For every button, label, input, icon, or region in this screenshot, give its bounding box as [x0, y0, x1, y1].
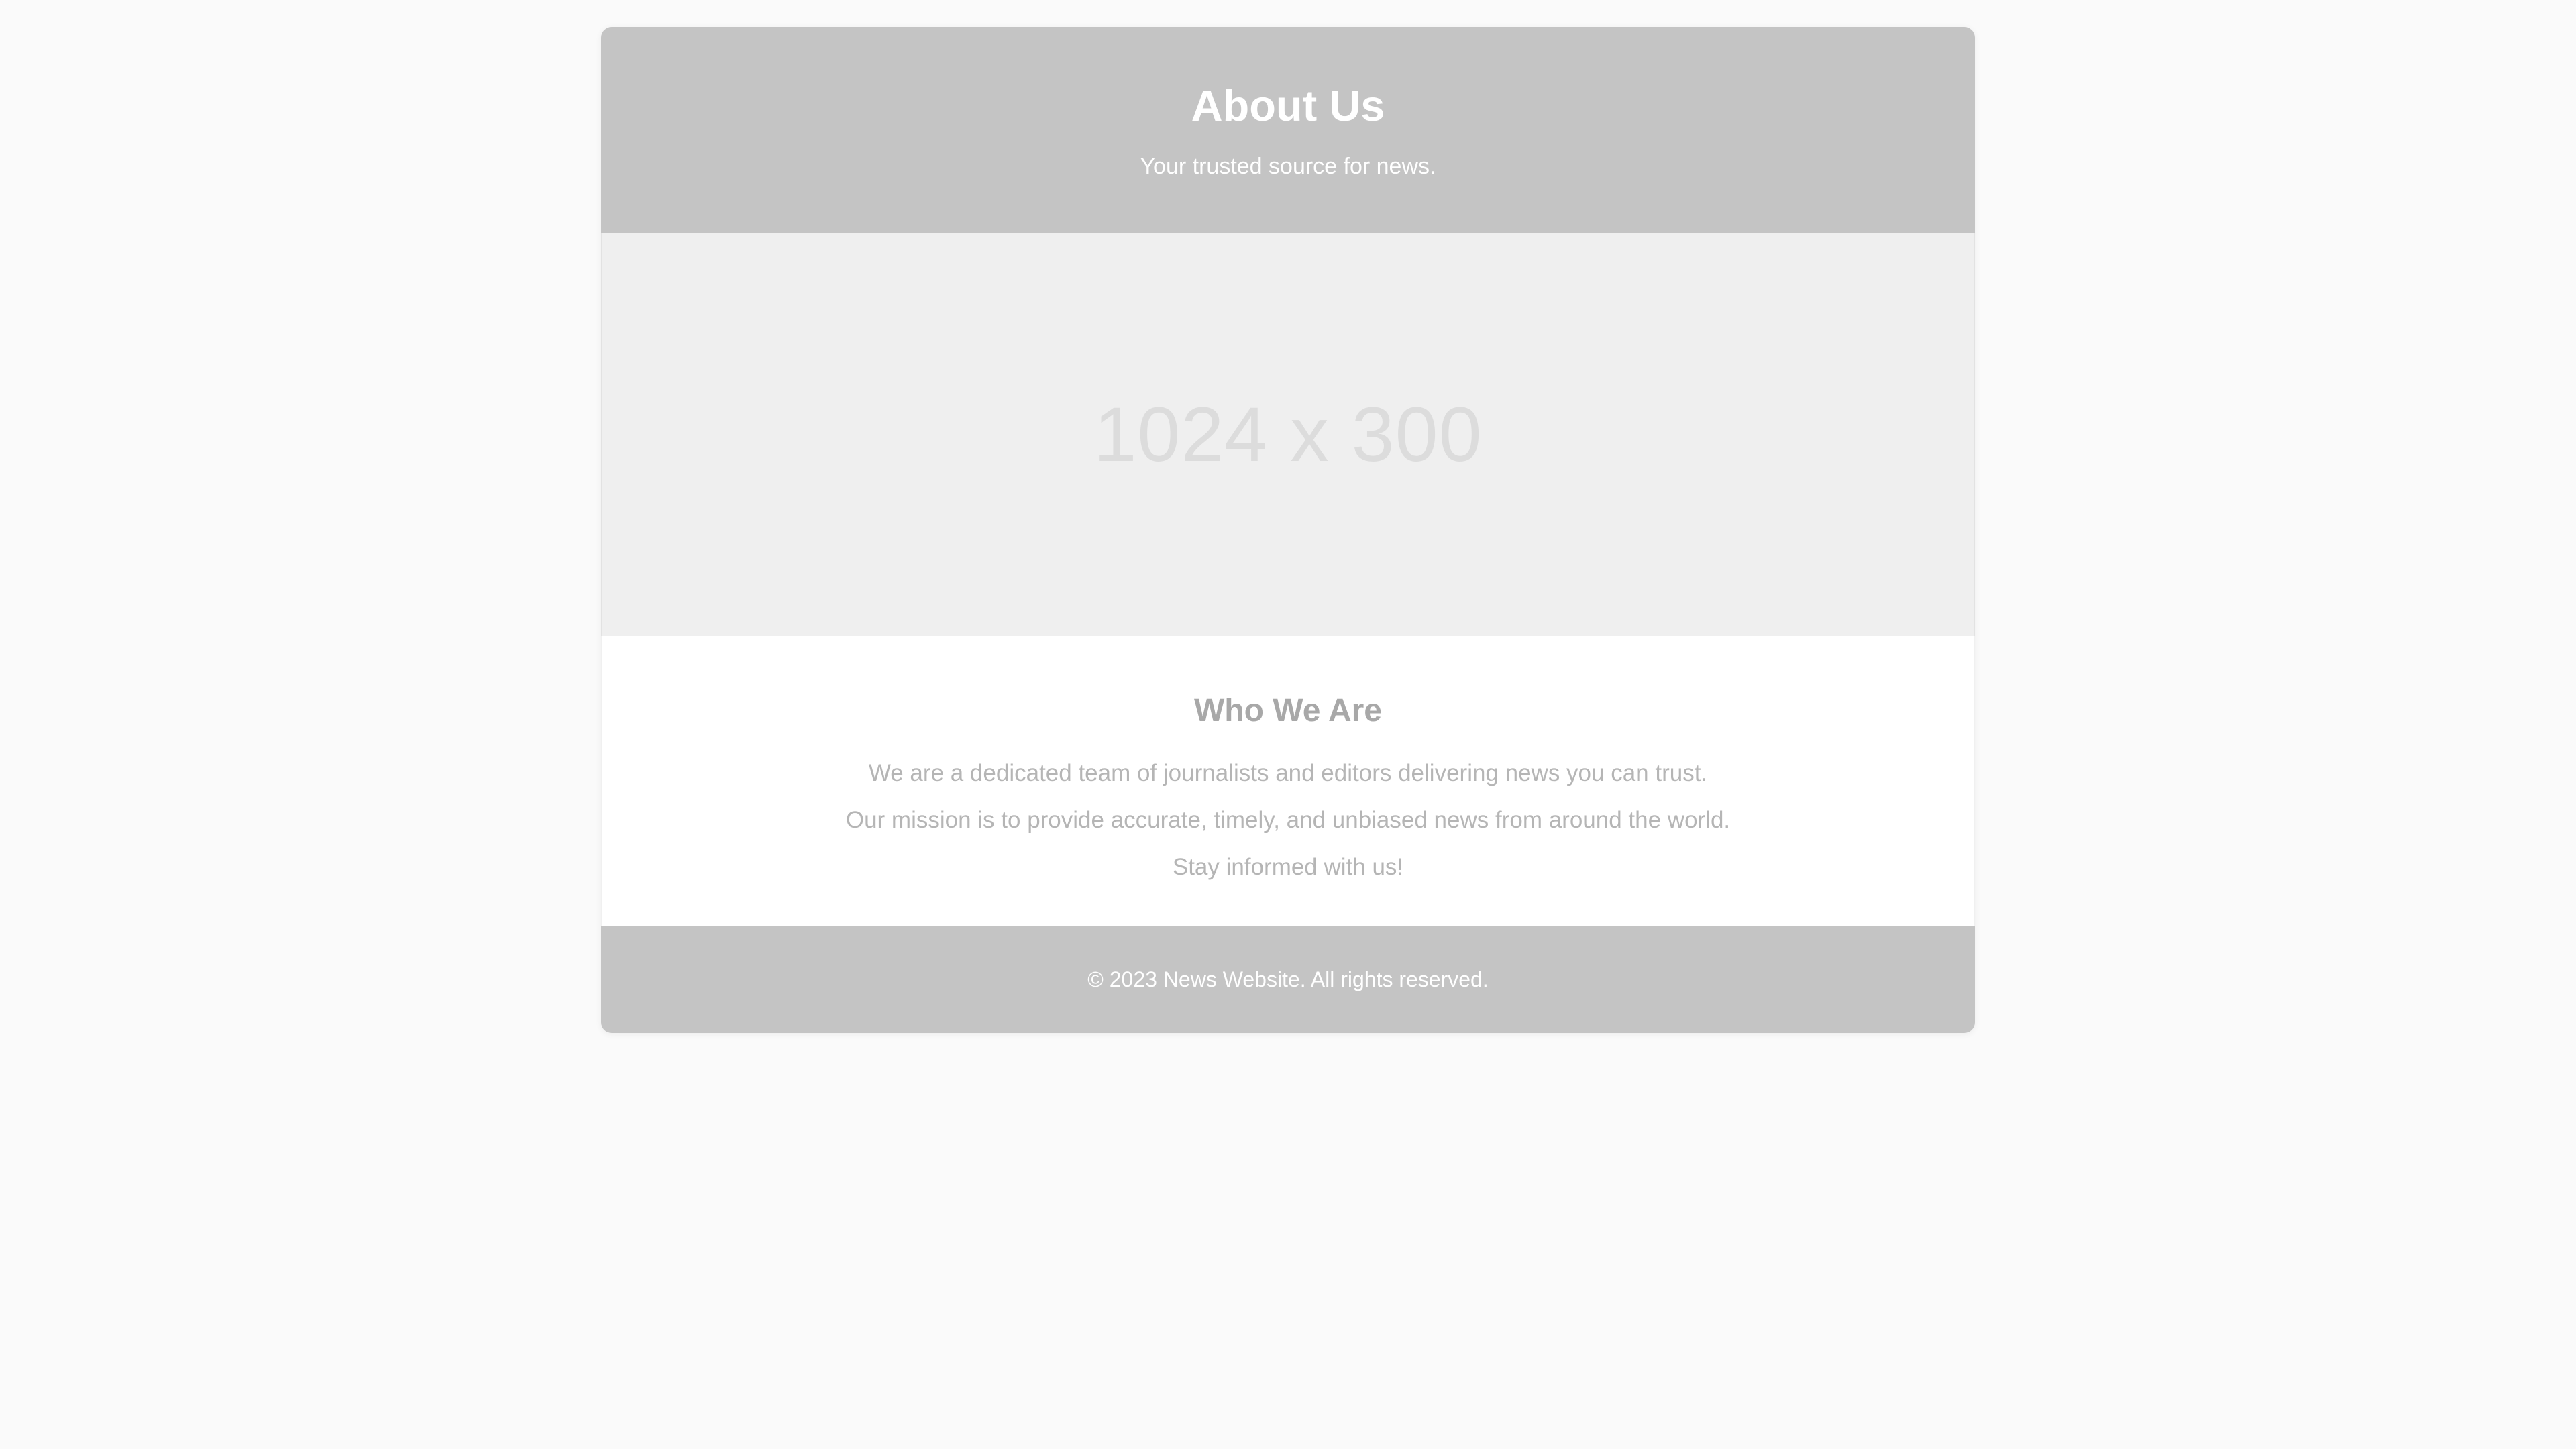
- hero-image-placeholder: 1024 x 300: [601, 233, 1975, 636]
- hero-placeholder-text: 1024 x 300: [1093, 392, 1483, 478]
- page-header: About Us Your trusted source for news.: [601, 27, 1975, 233]
- page-footer: © 2023 News Website. All rights reserved…: [601, 926, 1975, 1033]
- page: About Us Your trusted source for news. 1…: [0, 0, 2576, 1449]
- about-paragraph-3: Stay informed with us!: [1172, 854, 1404, 880]
- page-title: About Us: [1191, 81, 1385, 130]
- about-paragraph-2: Our mission is to provide accurate, time…: [845, 807, 1731, 833]
- page-tagline: Your trusted source for news.: [1140, 154, 1436, 179]
- footer-copyright: © 2023 News Website. All rights reserved…: [1087, 967, 1489, 991]
- about-card: About Us Your trusted source for news. 1…: [601, 27, 1975, 1033]
- about-paragraph-1: We are a dedicated team of journalists a…: [868, 760, 1708, 786]
- section-heading: Who We Are: [1193, 693, 1382, 729]
- about-content: Who We Are We are a dedicated team of jo…: [601, 636, 1975, 926]
